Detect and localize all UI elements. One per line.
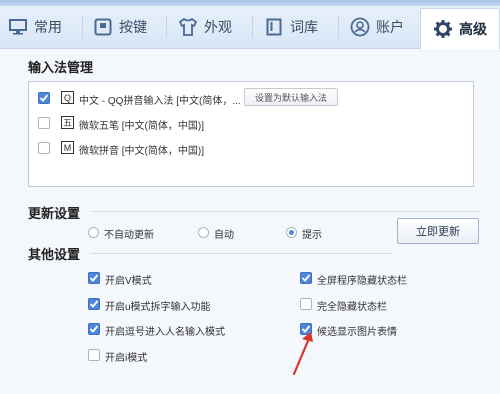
shirt-icon [178, 17, 198, 37]
ime-management-title: 输入法管理 [28, 60, 94, 75]
radio-prompt-update-label: 提示 [302, 230, 322, 241]
ime-item-checkbox[interactable] [38, 92, 50, 104]
tab-advanced-label: 高级 [459, 21, 487, 37]
divider [90, 211, 480, 212]
ime-item-label: 中文 - QQ拼音输入法 [中文(简体，... [79, 96, 241, 107]
gear-icon [433, 19, 453, 39]
divider [90, 253, 392, 254]
update-now-button[interactable]: 立即更新 [397, 218, 479, 244]
tab-appearance[interactable]: 外观 [178, 8, 232, 46]
radio-no-auto-update[interactable] [88, 227, 99, 238]
tab-keys[interactable]: 按键 [93, 8, 147, 46]
comma-name-mode-label: 开启逗号进入人名输入模式 [105, 327, 225, 338]
comma-name-mode-checkbox[interactable] [88, 323, 100, 335]
title-stripe [0, 0, 500, 6]
hide-status-bar-label: 完全隐藏状态栏 [317, 302, 387, 313]
tab-dictionary[interactable]: 词库 [264, 8, 318, 46]
tab-divider [252, 16, 253, 38]
ime-item-label: 微软五笔 [中文(简体，中国)] [79, 121, 204, 132]
tab-account-label: 账户 [376, 19, 404, 35]
tab-advanced[interactable]: 高级 [420, 8, 500, 49]
ime-item-checkbox[interactable] [38, 117, 50, 129]
fullscreen-hide-status-label: 全屏程序隐藏状态栏 [317, 276, 407, 287]
v-mode-label: 开启V模式 [105, 276, 152, 287]
i-mode-checkbox[interactable] [88, 349, 100, 361]
radio-auto-update[interactable] [198, 227, 209, 238]
update-settings-title: 更新设置 [28, 206, 81, 221]
user-icon [350, 17, 370, 37]
ms-pinyin-icon: M [61, 141, 74, 154]
radio-prompt-update[interactable] [286, 227, 297, 238]
qq-pinyin-icon: Q [61, 91, 74, 104]
tab-divider [82, 16, 83, 38]
book-icon [264, 17, 284, 37]
tab-appearance-label: 外观 [204, 19, 232, 35]
tab-divider [166, 16, 167, 38]
annotation-arrow-icon [292, 332, 313, 376]
radio-no-auto-update-label: 不自动更新 [104, 230, 154, 241]
radio-auto-update-label: 自动 [214, 230, 234, 241]
ime-item-checkbox[interactable] [38, 142, 50, 154]
tab-dictionary-label: 词库 [290, 19, 318, 35]
set-default-button[interactable]: 设置为默认输入法 [244, 88, 338, 106]
keyboard-icon [93, 17, 113, 37]
i-mode-label: 开启i模式 [105, 353, 148, 364]
other-settings-title: 其他设置 [28, 247, 81, 262]
top-tab-bar: 常用 按键 外观 词库 账户 高级 [0, 0, 500, 49]
hide-status-bar-checkbox[interactable] [300, 298, 312, 310]
u-mode-checkbox[interactable] [88, 298, 100, 310]
u-mode-label: 开启u模式拆字输入功能 [105, 302, 211, 313]
tab-divider [338, 16, 339, 38]
monitor-icon [8, 17, 28, 37]
tab-account[interactable]: 账户 [350, 8, 404, 46]
tab-common[interactable]: 常用 [8, 8, 62, 46]
tab-keys-label: 按键 [119, 19, 147, 35]
wubi-icon: 五 [61, 116, 74, 129]
ime-item-label: 微软拼音 [中文(简体，中国)] [79, 146, 204, 157]
tab-common-label: 常用 [34, 19, 62, 35]
candidate-image-emoji-label: 候选显示图片表情 [317, 327, 397, 338]
v-mode-checkbox[interactable] [88, 272, 100, 284]
fullscreen-hide-status-checkbox[interactable] [300, 272, 312, 284]
